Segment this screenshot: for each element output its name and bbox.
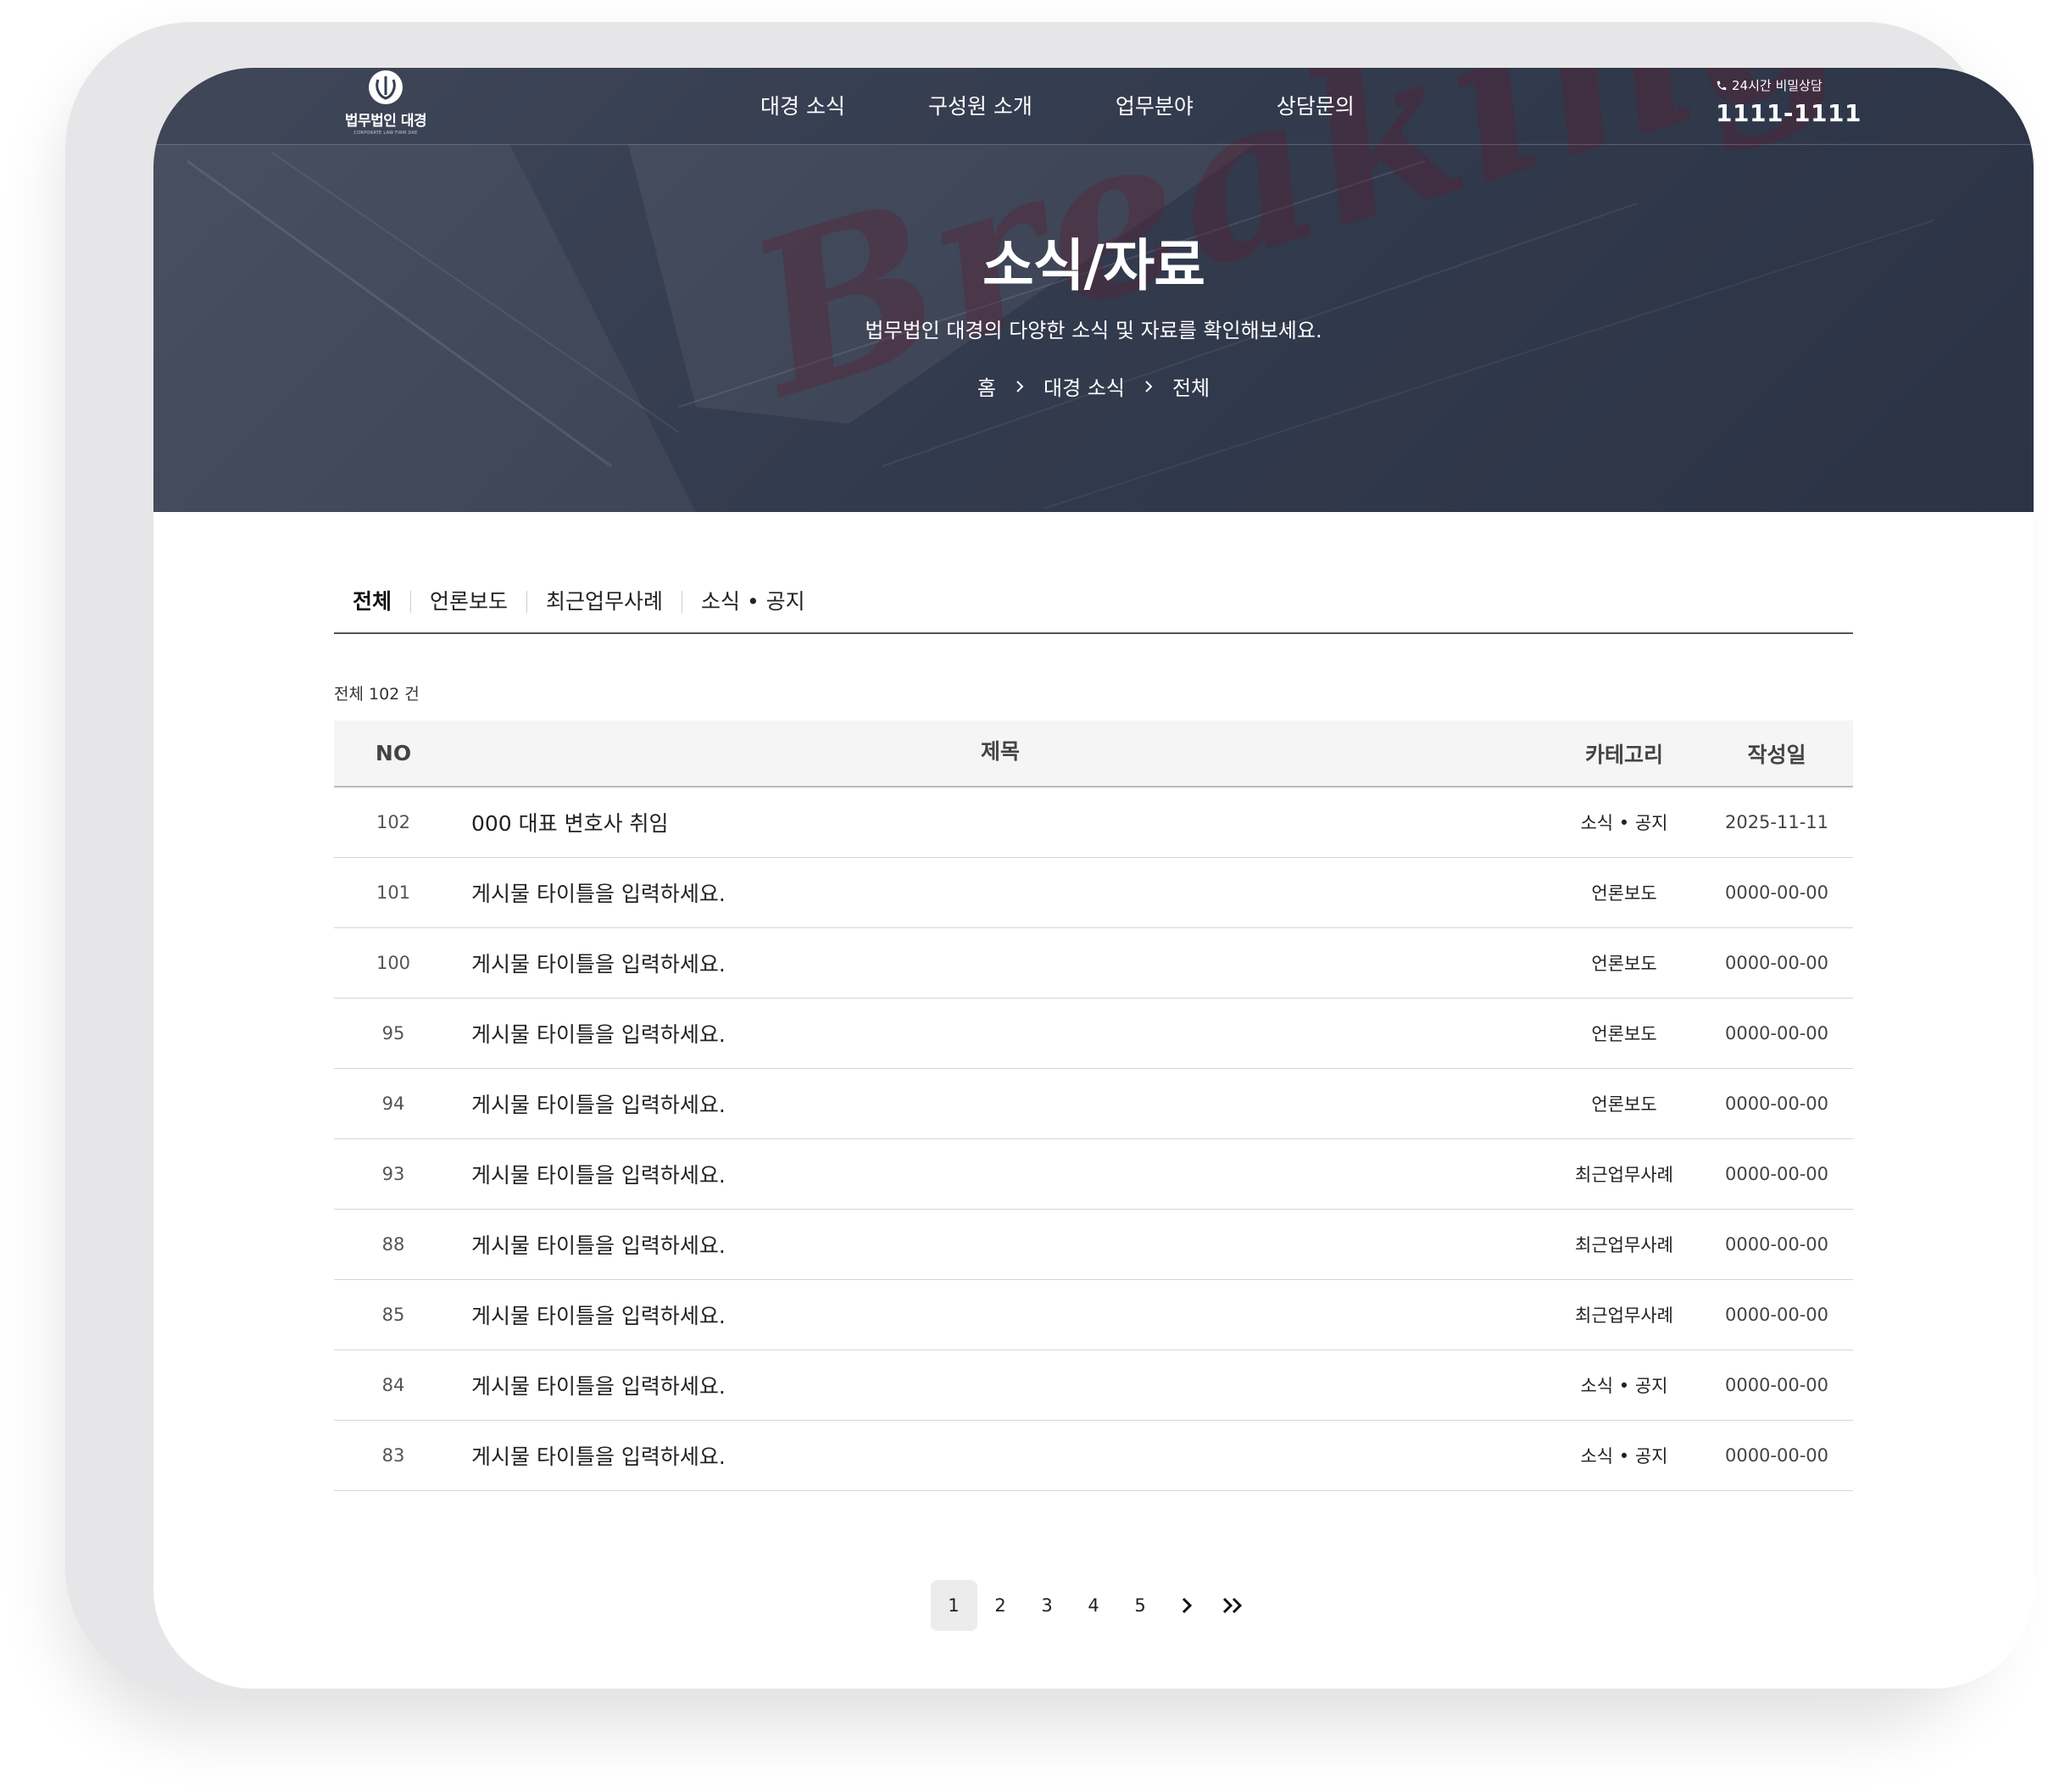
row-title-link[interactable]: 게시물 타이틀을 입력하세요.	[453, 1138, 1548, 1210]
column-header-no: NO	[375, 741, 412, 765]
row-date: 0000-00-00	[1700, 1068, 1853, 1139]
row-title-link[interactable]: 게시물 타이틀을 입력하세요.	[453, 1350, 1548, 1421]
breadcrumb-news[interactable]: 대경 소식	[1043, 371, 1125, 401]
row-no: 85	[334, 1279, 453, 1350]
row-date: 0000-00-00	[1700, 1138, 1853, 1210]
row-title-link[interactable]: 게시물 타이틀을 입력하세요.	[453, 998, 1548, 1069]
chevron-right-icon	[1015, 380, 1025, 393]
column-header-date: 작성일	[1747, 742, 1806, 767]
table-row[interactable]: 85 게시물 타이틀을 입력하세요. 최근업무사례 0000-00-00	[334, 1279, 1853, 1350]
row-title-link[interactable]: 게시물 타이틀을 입력하세요.	[453, 1209, 1548, 1280]
row-title-link[interactable]: 게시물 타이틀을 입력하세요.	[453, 1279, 1548, 1350]
row-category: 최근업무사례	[1548, 1209, 1700, 1280]
page-button-3[interactable]: 3	[1024, 1580, 1071, 1631]
hotline-number[interactable]: 1111-1111	[1716, 99, 1862, 127]
last-page-button[interactable]	[1210, 1580, 1257, 1631]
row-title-link[interactable]: 게시물 타이틀을 입력하세요.	[453, 927, 1548, 999]
menu-item-practice-areas[interactable]: 업무분야	[1116, 90, 1194, 120]
table-row[interactable]: 93 게시물 타이틀을 입력하세요. 최근업무사례 0000-00-00	[334, 1138, 1853, 1210]
row-date: 0000-00-00	[1700, 927, 1853, 999]
post-table: NO 제목 카테고리 작성일 102 000 대표 변호사 취임 소식 • 공지…	[334, 721, 1853, 1491]
row-date: 2025-11-11	[1700, 787, 1853, 858]
breadcrumb-current: 전체	[1171, 376, 1210, 400]
table-row[interactable]: 94 게시물 타이틀을 입력하세요. 언론보도 0000-00-00	[334, 1068, 1853, 1139]
table-header-row: NO 제목 카테고리 작성일	[334, 721, 1853, 787]
tab-recent-cases[interactable]: 최근업무사례	[527, 588, 682, 615]
table-row[interactable]: 102 000 대표 변호사 취임 소식 • 공지 2025-11-11	[334, 787, 1853, 858]
row-category: 언론보도	[1548, 1068, 1700, 1139]
row-no: 93	[334, 1138, 453, 1210]
menu-item-consultation[interactable]: 상담문의	[1277, 90, 1355, 120]
row-date: 0000-00-00	[1700, 1209, 1853, 1280]
row-date: 0000-00-00	[1700, 1420, 1853, 1491]
page-button-2[interactable]: 2	[977, 1580, 1024, 1631]
table-row[interactable]: 100 게시물 타이틀을 입력하세요. 언론보도 0000-00-00	[334, 927, 1853, 999]
table-row[interactable]: 83 게시물 타이틀을 입력하세요. 소식 • 공지 0000-00-00	[334, 1420, 1853, 1491]
row-no: 95	[334, 998, 453, 1069]
row-title-link[interactable]: 게시물 타이틀을 입력하세요.	[453, 1420, 1548, 1491]
row-title-link[interactable]: 게시물 타이틀을 입력하세요.	[453, 1068, 1548, 1139]
logo-emblem-icon	[369, 70, 403, 104]
table-row[interactable]: 88 게시물 타이틀을 입력하세요. 최근업무사례 0000-00-00	[334, 1209, 1853, 1280]
table-row[interactable]: 101 게시물 타이틀을 입력하세요. 언론보도 0000-00-00	[334, 857, 1853, 928]
row-category: 언론보도	[1548, 927, 1700, 999]
row-category: 최근업무사례	[1548, 1279, 1700, 1350]
hero-banner: Breaking News 법무법인 대경 CORPORATE LAW FIRM…	[153, 68, 2034, 512]
hotline-label: 24시간 비밀상담	[1732, 78, 1823, 93]
row-no: 83	[334, 1420, 453, 1491]
tab-notice[interactable]: 소식 • 공지	[682, 588, 824, 615]
logo-subtext: CORPORATE LAW FIRM DAE	[353, 131, 418, 136]
tab-all[interactable]: 전체	[334, 588, 410, 615]
row-date: 0000-00-00	[1700, 1279, 1853, 1350]
breadcrumb-home[interactable]: 홈	[977, 371, 996, 401]
row-date: 0000-00-00	[1700, 998, 1853, 1069]
menu-item-members[interactable]: 구성원 소개	[928, 90, 1032, 120]
category-tabs: 전체 언론보도 최근업무사례 소식 • 공지	[334, 588, 1853, 634]
row-category: 최근업무사례	[1548, 1138, 1700, 1210]
row-category: 언론보도	[1548, 857, 1700, 928]
page-button-1[interactable]: 1	[930, 1580, 977, 1631]
tablet-frame: Breaking News 법무법인 대경 CORPORATE LAW FIRM…	[65, 22, 2034, 1694]
chevron-right-icon	[1144, 380, 1154, 393]
row-no: 101	[334, 857, 453, 928]
row-title-link[interactable]: 000 대표 변호사 취임	[453, 787, 1548, 858]
row-no: 84	[334, 1350, 453, 1421]
page-subtitle: 법무법인 대경의 다양한 소식 및 자료를 확인해보세요.	[865, 319, 1322, 342]
page-button-5[interactable]: 5	[1117, 1580, 1164, 1631]
row-no: 102	[334, 787, 453, 858]
phone-icon	[1717, 81, 1727, 90]
table-row[interactable]: 84 게시물 타이틀을 입력하세요. 소식 • 공지 0000-00-00	[334, 1350, 1853, 1421]
column-header-title: 제목	[453, 721, 1548, 787]
hotline-label-row: 24시간 비밀상담	[1716, 76, 1862, 94]
row-category: 소식 • 공지	[1548, 1420, 1700, 1491]
chevron-right-icon	[1182, 1597, 1193, 1614]
tab-press[interactable]: 언론보도	[411, 588, 526, 615]
row-no: 88	[334, 1209, 453, 1280]
row-category: 소식 • 공지	[1548, 787, 1700, 858]
hotline[interactable]: 24시간 비밀상담 1111-1111	[1716, 76, 1862, 127]
row-no: 100	[334, 927, 453, 999]
column-header-title-label: 제목	[980, 738, 1020, 764]
row-title-link[interactable]: 게시물 타이틀을 입력하세요.	[453, 857, 1548, 928]
pagination: 1 2 3 4 5	[334, 1580, 1853, 1631]
row-date: 0000-00-00	[1700, 857, 1853, 928]
row-category: 언론보도	[1548, 998, 1700, 1069]
row-date: 0000-00-00	[1700, 1350, 1853, 1421]
main-menu: 대경 소식 구성원 소개 업무분야 상담문의	[760, 90, 1438, 120]
logo[interactable]: 법무법인 대경 CORPORATE LAW FIRM DAE	[338, 70, 433, 137]
page-button-4[interactable]: 4	[1071, 1580, 1117, 1631]
column-header-category: 카테고리	[1584, 742, 1663, 767]
double-chevron-right-icon	[1222, 1597, 1243, 1614]
row-no: 94	[334, 1068, 453, 1139]
row-category: 소식 • 공지	[1548, 1350, 1700, 1421]
page-title: 소식/자료	[982, 233, 1205, 298]
tablet-screen: Breaking News 법무법인 대경 CORPORATE LAW FIRM…	[153, 68, 2034, 1689]
total-count: 전체 102 건	[334, 685, 420, 704]
logo-text: 법무법인 대경	[344, 113, 427, 130]
top-navigation: 법무법인 대경 CORPORATE LAW FIRM DAE 대경 소식 구성원…	[153, 68, 2034, 145]
menu-item-news[interactable]: 대경 소식	[760, 90, 845, 120]
table-row[interactable]: 95 게시물 타이틀을 입력하세요. 언론보도 0000-00-00	[334, 998, 1853, 1069]
next-page-button[interactable]	[1164, 1580, 1210, 1631]
breadcrumb: 홈 대경 소식 전체	[153, 371, 2034, 401]
